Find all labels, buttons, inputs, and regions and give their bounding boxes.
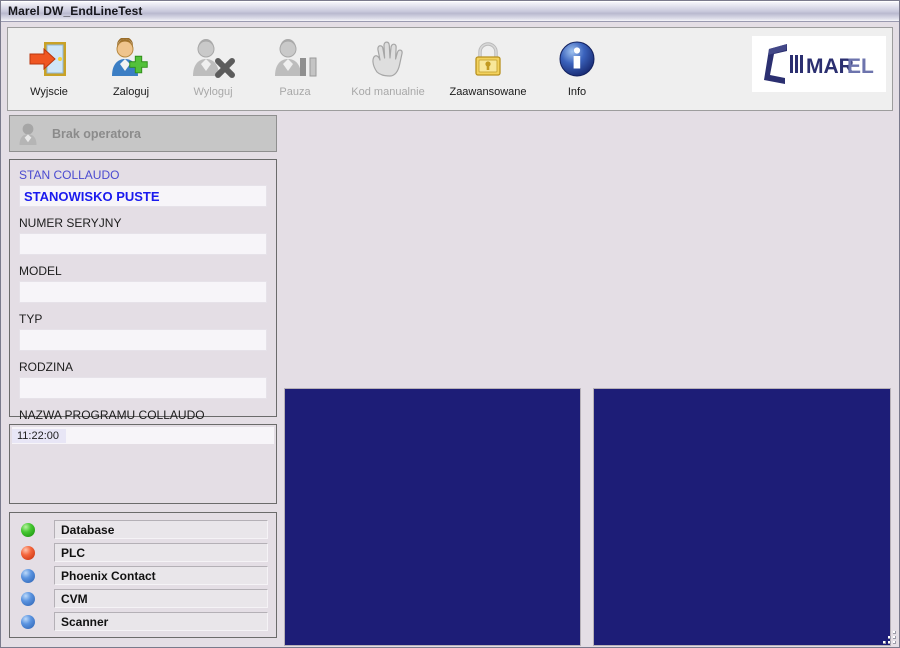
svg-text:EL: EL	[847, 55, 874, 78]
title-bar[interactable]: Marel DW_EndLineTest	[1, 1, 899, 22]
label-family: RODZINA	[19, 360, 73, 374]
display-panel-right[interactable]	[593, 388, 891, 646]
toolbar-label-login: Zaloguj	[112, 86, 150, 98]
label-program-name: NAZWA PROGRAMU COLLAUDO	[19, 408, 205, 422]
lock-icon	[468, 34, 508, 84]
field-type[interactable]	[19, 329, 267, 351]
toolbar-label-info: Info	[567, 86, 587, 98]
toolbar-label-logout: Wyloguj	[193, 86, 233, 98]
user-add-icon	[108, 34, 154, 84]
operator-label: Brak operatora	[52, 126, 141, 141]
status-led-database	[21, 522, 35, 537]
toolbar-button-exit[interactable]: Wyjscie	[8, 30, 90, 108]
status-row-plc: PLC	[18, 542, 268, 563]
status-led-phoenix-contact	[21, 568, 35, 583]
info-panel: STAN COLLAUDO STANOWISKO PUSTE NUMER SER…	[9, 159, 277, 447]
status-led-scanner	[21, 614, 35, 629]
status-row-scanner: Scanner	[18, 611, 268, 632]
exit-door-icon	[28, 34, 70, 84]
toolbar-button-login[interactable]: Zaloguj	[90, 30, 172, 108]
toolbar-button-logout[interactable]: Wyloguj	[172, 30, 254, 108]
content-area: Brak operatora STAN COLLAUDO STANOWISKO …	[1, 111, 899, 647]
toolbar-label-advanced: Zaawansowane	[449, 86, 527, 98]
window-title: Marel DW_EndLineTest	[8, 4, 143, 18]
label-state: STAN COLLAUDO	[19, 168, 120, 182]
log-panel[interactable]: 11:22:00	[9, 424, 277, 504]
value-state: STANOWISKO PUSTE	[19, 185, 267, 207]
user-remove-icon	[190, 34, 236, 84]
status-label-database: Database	[54, 520, 268, 539]
label-model: MODEL	[19, 264, 62, 278]
left-column: Brak operatora STAN COLLAUDO STANOWISKO …	[9, 115, 277, 642]
label-serial-number: NUMER SERYJNY	[19, 216, 122, 230]
application-window: Marel DW_EndLineTest Wyjscie Zaloguj Wyl…	[0, 0, 900, 648]
user-pause-icon	[272, 34, 318, 84]
toolbar-button-manual-code[interactable]: Kod manualnie	[336, 30, 440, 108]
status-row-phoenix-contact: Phoenix Contact	[18, 565, 268, 586]
toolbar-button-advanced[interactable]: Zaawansowane	[440, 30, 536, 108]
toolbar-button-info[interactable]: Info	[536, 30, 618, 108]
log-entry-time: 11:22:00	[12, 428, 67, 443]
status-label-plc: PLC	[54, 543, 268, 562]
status-row-cvm: CVM	[18, 588, 268, 609]
hand-icon	[366, 34, 410, 84]
status-led-cvm	[21, 591, 35, 606]
field-family[interactable]	[19, 377, 267, 399]
resize-grip[interactable]	[883, 631, 897, 645]
status-label-scanner: Scanner	[54, 612, 268, 631]
user-silhouette-icon	[18, 122, 40, 146]
status-label-phoenix-contact: Phoenix Contact	[54, 566, 268, 585]
marel-logo: MAR EL	[752, 36, 886, 92]
toolbar-label-pause: Pauza	[279, 86, 311, 98]
operator-bar[interactable]: Brak operatora	[9, 115, 277, 152]
toolbar-label-exit: Wyjscie	[30, 86, 68, 98]
status-row-database: Database	[18, 519, 268, 540]
toolbar-button-pause[interactable]: Pauza	[254, 30, 336, 108]
field-model[interactable]	[19, 281, 267, 303]
field-serial-number[interactable]	[19, 233, 267, 255]
log-entry: 11:22:00	[12, 427, 274, 444]
display-panel-left[interactable]	[284, 388, 581, 646]
status-led-plc	[21, 545, 35, 560]
label-type: TYP	[19, 312, 43, 326]
status-label-cvm: CVM	[54, 589, 268, 608]
status-panel: Database PLC Phoenix Contact CVM Scanner	[9, 512, 277, 638]
toolbar: Wyjscie Zaloguj Wyloguj Pauza Kod manual…	[7, 27, 893, 111]
toolbar-label-manual-code: Kod manualnie	[351, 86, 425, 98]
info-icon	[556, 34, 598, 84]
